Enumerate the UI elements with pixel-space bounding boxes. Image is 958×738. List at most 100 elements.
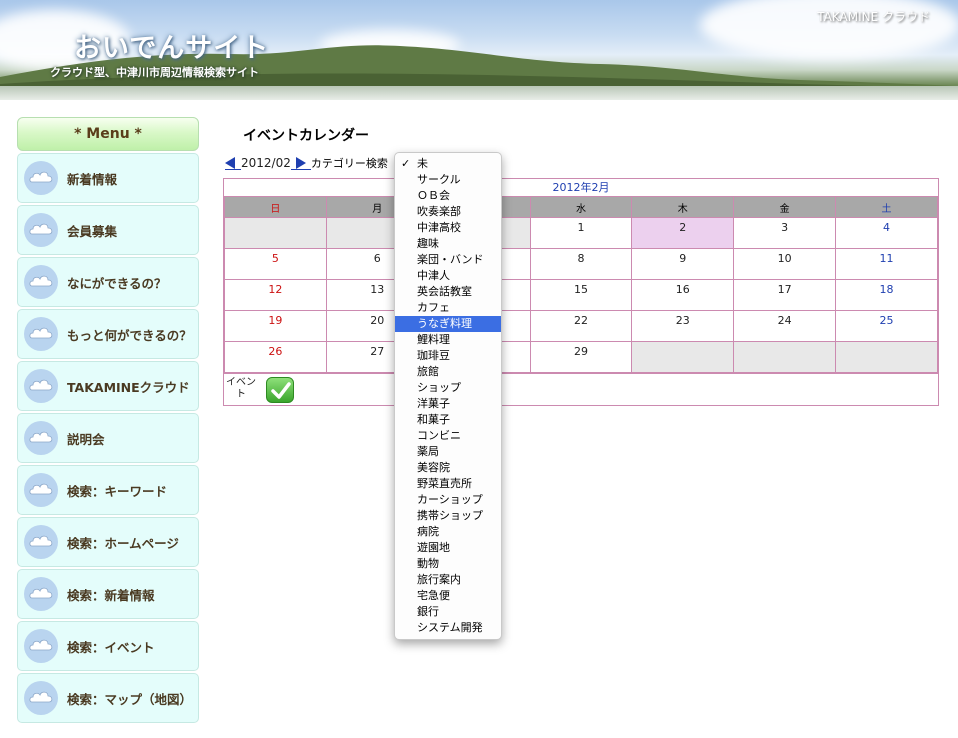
sidebar-item-label: 検索：マップ（地図） <box>67 691 193 707</box>
dropdown-option[interactable]: 趣味 <box>395 236 501 252</box>
cloud-icon <box>24 681 58 715</box>
sidebar-item-label: 会員募集 <box>67 223 118 239</box>
calendar-day-cell[interactable]: 16 <box>631 279 735 311</box>
month-nav: 2012/02 カテゴリー検索 <box>225 155 388 171</box>
calendar-day-cell[interactable]: 1 <box>529 217 633 249</box>
calendar-day-cell[interactable]: 2 <box>631 217 735 249</box>
dropdown-option[interactable]: 旅館 <box>395 364 501 380</box>
calendar-day-cell[interactable]: 5 <box>224 248 327 280</box>
cloud-icon <box>24 317 58 351</box>
calendar-day-cell[interactable]: 8 <box>529 248 633 280</box>
dropdown-option[interactable]: ✓ 未 <box>395 156 501 172</box>
dropdown-option-label: 遊園地 <box>417 541 450 554</box>
sidebar-item[interactable]: 検索：キーワード <box>17 465 199 515</box>
dropdown-option-label: 吹奏楽部 <box>417 205 461 218</box>
calendar-day-cell[interactable]: 22 <box>529 310 633 342</box>
cloud-icon <box>24 525 58 559</box>
calendar-day-cell[interactable]: 12 <box>224 279 327 311</box>
sidebar-item[interactable]: 新着情報 <box>17 153 199 203</box>
category-search-label[interactable]: カテゴリー検索 <box>311 155 388 171</box>
dropdown-option[interactable]: 洋菓子 <box>395 396 501 412</box>
sidebar-item[interactable]: TAKAMINEクラウド <box>17 361 199 411</box>
calendar-day-cell[interactable]: 25 <box>835 310 938 342</box>
category-dropdown[interactable]: ✓ 未サークル ＯＢ会吹奏楽部中津高校 趣味 楽団・バンド 中津人英会話教室 カフェ うなぎ料… <box>394 152 502 640</box>
dropdown-option[interactable]: 薬局 <box>395 444 501 460</box>
sidebar-item-label: もっと何ができるの？ <box>67 327 192 343</box>
calendar-day-cell[interactable]: 18 <box>835 279 938 311</box>
sidebar-item[interactable]: 検索：マップ（地図） <box>17 673 199 723</box>
sidebar-item[interactable]: なにができるの？ <box>17 257 199 307</box>
dropdown-option-label: 中津人 <box>417 269 450 282</box>
dropdown-option-label: 銀行 <box>417 605 439 618</box>
dropdown-option[interactable]: システム開発 <box>395 620 501 636</box>
calendar-day-cell[interactable]: 26 <box>224 341 327 373</box>
prev-arrow-icon <box>225 156 235 169</box>
calendar-day-cell[interactable]: 9 <box>631 248 735 280</box>
calendar-day-cell[interactable]: 17 <box>733 279 837 311</box>
calendar-day-cell[interactable]: 11 <box>835 248 938 280</box>
calendar-day-cell[interactable]: 10 <box>733 248 837 280</box>
dropdown-option[interactable]: 中津高校 <box>395 220 501 236</box>
dropdown-option[interactable]: カーショップ <box>395 492 501 508</box>
event-calendar: 2012年2月 日月火水木金土 123456789101112131415161… <box>223 178 939 406</box>
sidebar-item[interactable]: 説明会 <box>17 413 199 463</box>
dropdown-option-label: 鯉料理 <box>417 333 450 346</box>
dropdown-option[interactable]: 動物 <box>395 556 501 572</box>
calendar-empty-cell <box>224 217 327 249</box>
sidebar-item[interactable]: 会員募集 <box>17 205 199 255</box>
dropdown-option-label: 野菜直売所 <box>417 477 472 490</box>
weekday-header: 金 <box>733 196 837 218</box>
dropdown-option[interactable]: 楽団・バンド <box>395 252 501 268</box>
dropdown-option[interactable]: 和菓子 <box>395 412 501 428</box>
dropdown-option[interactable]: 遊園地 <box>395 540 501 556</box>
dropdown-option[interactable]: 英会話教室 <box>395 284 501 300</box>
dropdown-option[interactable]: サークル <box>395 172 501 188</box>
banner-ground <box>0 86 958 100</box>
calendar-day-cell[interactable]: 4 <box>835 217 938 249</box>
dropdown-option-label: ショップ <box>417 381 461 394</box>
prev-month-link[interactable] <box>225 156 241 170</box>
sidebar-item[interactable]: 検索：イベント <box>17 621 199 671</box>
dropdown-option[interactable]: ショップ <box>395 380 501 396</box>
calendar-day-cell[interactable]: 15 <box>529 279 633 311</box>
next-month-link[interactable] <box>290 156 311 170</box>
calendar-day-cell[interactable]: 23 <box>631 310 735 342</box>
dropdown-option[interactable]: 携帯ショップ <box>395 508 501 524</box>
calendar-day-cell[interactable]: 29 <box>529 341 633 373</box>
dropdown-option-label: 楽団・バンド <box>417 253 484 266</box>
dropdown-option-label: 旅行案内 <box>417 573 461 586</box>
dropdown-option[interactable]: 中津人 <box>395 268 501 284</box>
calendar-day-cell[interactable]: 3 <box>733 217 837 249</box>
dropdown-option[interactable]: 宅急便 <box>395 588 501 604</box>
dropdown-option[interactable]: 病院 <box>395 524 501 540</box>
dropdown-option-label: 動物 <box>417 557 439 570</box>
dropdown-option[interactable]: ＯＢ会 <box>395 188 501 204</box>
dropdown-option-label: ＯＢ会 <box>417 189 450 202</box>
sidebar-item[interactable]: 検索：ホームページ <box>17 517 199 567</box>
dropdown-option[interactable]: 美容院 <box>395 460 501 476</box>
dropdown-option[interactable]: 珈琲豆 <box>395 348 501 364</box>
sidebar-item[interactable]: もっと何ができるの？ <box>17 309 199 359</box>
dropdown-option[interactable]: 銀行 <box>395 604 501 620</box>
dropdown-option-label: 病院 <box>417 525 439 538</box>
cloud-icon <box>24 577 58 611</box>
site-title[interactable]: おいでんサイト <box>74 26 269 65</box>
dropdown-option[interactable]: 鯉料理 <box>395 332 501 348</box>
dropdown-option[interactable]: 野菜直売所 <box>395 476 501 492</box>
calendar-day-cell[interactable]: 19 <box>224 310 327 342</box>
dropdown-option-label: 携帯ショップ <box>417 509 483 522</box>
calendar-caption: 2012年2月 <box>552 181 610 194</box>
sidebar-item-label: 検索：イベント <box>67 639 155 655</box>
brand-link[interactable]: TAKAMINE クラウド <box>817 8 930 25</box>
dropdown-option[interactable]: 吹奏楽部 <box>395 204 501 220</box>
dropdown-option[interactable]: カフェ <box>395 300 501 316</box>
sidebar-item[interactable]: 検索：新着情報 <box>17 569 199 619</box>
dropdown-option[interactable]: うなぎ料理 <box>395 316 501 332</box>
page-title: イベントカレンダー <box>243 128 369 144</box>
site-subtitle: クラウド型、中津川市周辺情報検索サイト <box>50 66 259 79</box>
calendar-day-cell[interactable]: 24 <box>733 310 837 342</box>
dropdown-option[interactable]: 旅行案内 <box>395 572 501 588</box>
dropdown-option[interactable]: コンビニ <box>395 428 501 444</box>
calendar-grid: 日月火水木金土 12345678910111213141516171819202… <box>224 196 938 373</box>
dropdown-option-label: 宅急便 <box>417 589 450 602</box>
